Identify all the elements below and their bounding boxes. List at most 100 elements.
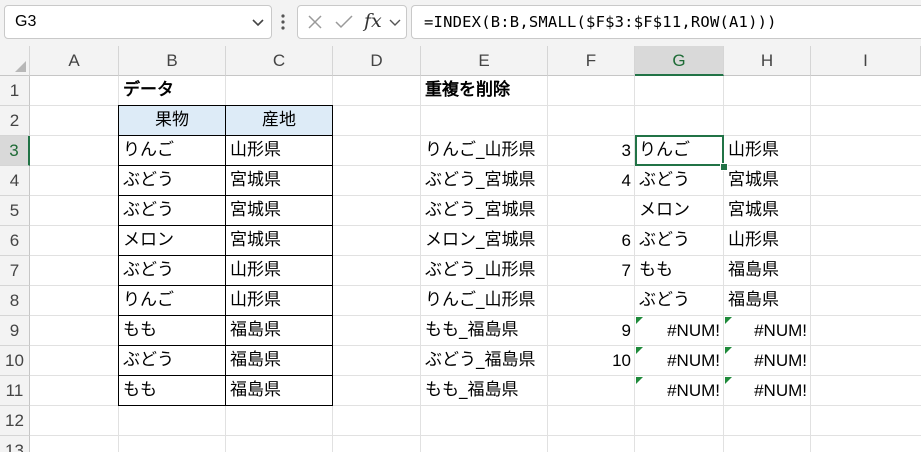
name-box[interactable]: G3 (4, 5, 272, 39)
cell-f5[interactable] (548, 196, 635, 226)
error-indicator-icon[interactable] (725, 347, 732, 354)
cell-g10[interactable]: #NUM! (635, 346, 724, 376)
row-header-3[interactable]: 3 (0, 136, 30, 166)
name-box-value[interactable]: G3 (15, 13, 36, 31)
column-header-f[interactable]: F (548, 46, 635, 76)
column-header-d[interactable]: D (333, 46, 421, 76)
row-header-12[interactable]: 12 (0, 406, 30, 436)
error-indicator-icon[interactable] (636, 377, 643, 384)
cell-b3[interactable]: りんご (118, 136, 226, 166)
row-header-13[interactable]: 13 (0, 436, 30, 452)
cell-f8[interactable] (548, 286, 635, 316)
column-header-g[interactable]: G (635, 46, 724, 76)
fx-insert-function-button[interactable]: fx (364, 10, 382, 32)
cell-h4[interactable]: 宮城県 (724, 166, 811, 196)
error-indicator-icon[interactable] (636, 317, 643, 324)
cell-h10[interactable]: #NUM! (724, 346, 811, 376)
row-header-6[interactable]: 6 (0, 226, 30, 256)
cell-f7[interactable]: 7 (548, 256, 635, 286)
cell-f11[interactable] (548, 376, 635, 406)
column-header-e[interactable]: E (421, 46, 548, 76)
row-header-7[interactable]: 7 (0, 256, 30, 286)
column-header-i[interactable]: I (811, 46, 921, 76)
row-header-11[interactable]: 11 (0, 376, 30, 406)
cell-c4[interactable]: 宮城県 (226, 166, 333, 196)
row-header-1[interactable]: 1 (0, 76, 30, 106)
column-header-c[interactable]: C (226, 46, 333, 76)
cell-b1[interactable]: データ (119, 76, 226, 106)
cell-c7[interactable]: 山形県 (226, 256, 333, 286)
cell-c8[interactable]: 山形県 (226, 286, 333, 316)
vertical-dots-icon[interactable] (279, 12, 287, 32)
row-header-8[interactable]: 8 (0, 286, 30, 316)
row-header-9[interactable]: 9 (0, 316, 30, 346)
cell-e5[interactable]: ぶどう_宮城県 (421, 196, 548, 226)
error-indicator-icon[interactable] (725, 317, 732, 324)
formula-input[interactable]: =INDEX(B:B,SMALL($F$3:$F$11,ROW(A1))) (411, 5, 921, 39)
error-indicator-icon[interactable] (636, 347, 643, 354)
cell-h3[interactable]: 山形県 (724, 136, 811, 166)
cell-h7[interactable]: 福島県 (724, 256, 811, 286)
column-header-b[interactable]: B (119, 46, 226, 76)
worksheet-grid: A B C D E F G H I 1 2 3 4 5 6 7 8 9 10 1… (0, 46, 921, 452)
chevron-down-icon[interactable] (388, 15, 402, 29)
column-header-a[interactable]: A (30, 46, 119, 76)
cell-b5[interactable]: ぶどう (118, 196, 226, 226)
cell-e10[interactable]: ぶどう_福島県 (421, 346, 548, 376)
cell-h11[interactable]: #NUM! (724, 376, 811, 406)
cell-b4[interactable]: ぶどう (118, 166, 226, 196)
check-icon[interactable] (334, 14, 354, 30)
cell-h6[interactable]: 山形県 (724, 226, 811, 256)
cell-e7[interactable]: ぶどう_山形県 (421, 256, 548, 286)
cell-f9[interactable]: 9 (548, 316, 635, 346)
cell-g7[interactable]: もも (635, 256, 724, 286)
cell-e1[interactable]: 重複を削除 (421, 76, 548, 106)
cell-c10[interactable]: 福島県 (226, 346, 333, 376)
cell-c5[interactable]: 宮城県 (226, 196, 333, 226)
cell-e3[interactable]: りんご_山形県 (421, 136, 548, 166)
cell-g4[interactable]: ぶどう (635, 166, 724, 196)
cell-b10[interactable]: ぶどう (118, 346, 226, 376)
row-header-10[interactable]: 10 (0, 346, 30, 376)
chevron-down-icon[interactable] (249, 12, 267, 32)
cell-g9[interactable]: #NUM! (635, 316, 724, 346)
cell-h8[interactable]: 福島県 (724, 286, 811, 316)
cell-f10[interactable]: 10 (548, 346, 635, 376)
cell-c6[interactable]: 宮城県 (226, 226, 333, 256)
row-header-5[interactable]: 5 (0, 196, 30, 226)
column-header-h[interactable]: H (724, 46, 811, 76)
cell-f6[interactable]: 6 (548, 226, 635, 256)
cell-e8[interactable]: りんご_山形県 (421, 286, 548, 316)
cell-f3[interactable]: 3 (548, 136, 635, 166)
cell-b8[interactable]: りんご (118, 286, 226, 316)
cell-g8[interactable]: ぶどう (635, 286, 724, 316)
cell-b7[interactable]: ぶどう (118, 256, 226, 286)
error-indicator-icon[interactable] (725, 377, 732, 384)
active-cell-border (635, 135, 724, 166)
formula-text[interactable]: =INDEX(B:B,SMALL($F$3:$F$11,ROW(A1))) (424, 13, 777, 31)
cell-g6[interactable]: ぶどう (635, 226, 724, 256)
cell-g11[interactable]: #NUM! (635, 376, 724, 406)
cell-h9[interactable]: #NUM! (724, 316, 811, 346)
cell-e9[interactable]: もも_福島県 (421, 316, 548, 346)
select-all-button[interactable] (0, 46, 30, 76)
fill-handle[interactable] (720, 163, 728, 171)
cell-f4[interactable]: 4 (548, 166, 635, 196)
cell-g5[interactable]: メロン (635, 196, 724, 226)
cell-e6[interactable]: メロン_宮城県 (421, 226, 548, 256)
cell-b6[interactable]: メロン (118, 226, 226, 256)
cell-e11[interactable]: もも_福島県 (421, 376, 548, 406)
cell-b2[interactable]: 果物 (118, 105, 226, 136)
cell-c9[interactable]: 福島県 (226, 316, 333, 346)
cell-e4[interactable]: ぶどう_宮城県 (421, 166, 548, 196)
x-icon[interactable] (307, 14, 323, 30)
row-header-4[interactable]: 4 (0, 166, 30, 196)
cell-h5[interactable]: 宮城県 (724, 196, 811, 226)
cell-c11[interactable]: 福島県 (226, 376, 333, 406)
cell-c2[interactable]: 産地 (226, 105, 333, 136)
row-header-2[interactable]: 2 (0, 106, 30, 136)
cell-c3[interactable]: 山形県 (226, 136, 333, 166)
cell-b9[interactable]: もも (118, 316, 226, 346)
cell-b11[interactable]: もも (118, 376, 226, 406)
formula-buttons: fx (297, 5, 407, 39)
